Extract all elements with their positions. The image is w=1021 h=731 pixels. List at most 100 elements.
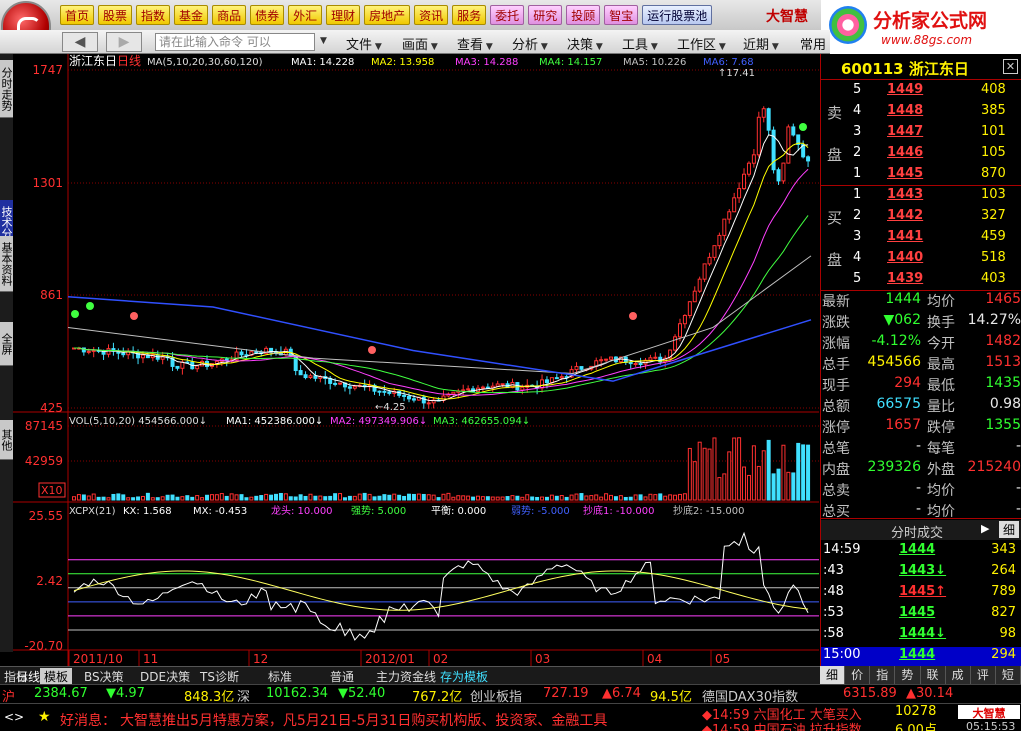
book-row[interactable]: 4 1440 518 [821,250,1021,271]
indicator-tab-1[interactable]: 模板 [40,668,73,684]
quote-tab-6[interactable]: 评 [971,666,996,684]
back-arrow-icon[interactable]: ◀ [62,32,98,52]
ind-value-1: MX: -0.453 [193,506,247,517]
pink-button-1[interactable]: 研究 [528,5,563,25]
menu-caret-icon: ▼ [648,42,658,52]
menu-8[interactable]: 常用 [800,34,826,53]
menu-button-6[interactable]: 外汇 [288,5,323,25]
book-row[interactable]: 3 1441 459 [821,229,1021,250]
quote-tab-3[interactable]: 势 [895,666,921,684]
candle-body [239,351,244,356]
tick-price: 1445↑ [899,584,947,599]
volume-bar [633,494,638,501]
menu-button-4[interactable]: 商品 [212,5,247,25]
tab-fundamental[interactable]: 基本资料 [0,236,13,292]
menu-button-8[interactable]: 房地产 [364,5,411,25]
book-row[interactable]: 3 1447 101 [821,124,1021,145]
menu-button-2[interactable]: 指数 [136,5,171,25]
stat-value: -4.12% [871,333,921,349]
menu-button-5[interactable]: 债券 [250,5,285,25]
indicator-tab-0[interactable]: 指标 [0,668,32,684]
price-tick-label: 425 [40,401,63,415]
tab-fullscreen[interactable]: 全屏 [0,322,13,366]
pink-button-0[interactable]: 委托 [490,5,525,25]
volume-bar [766,439,771,501]
menu-button-10[interactable]: 服务 [452,5,487,25]
menu-6[interactable]: 工作区 ▼ [677,34,726,53]
menu-7[interactable]: 近期 ▼ [743,34,779,53]
alert-2-value: 6.00点 [895,723,937,731]
tick-price: 1444 [899,542,936,557]
menu-0[interactable]: 文件 ▼ [346,34,382,53]
ticks-detail-button[interactable]: 细 [999,521,1019,538]
close-icon[interactable]: ✕ [1003,59,1018,74]
book-row[interactable]: 4 1448 385 [821,103,1021,124]
menu-button-1[interactable]: 股票 [98,5,133,25]
quote-tab-1[interactable]: 价 [845,666,871,684]
quote-tab-4[interactable]: 联 [921,666,946,684]
indicator-tab-6[interactable]: 普通 [326,668,358,684]
menu-4[interactable]: 决策 ▼ [567,34,603,53]
menu-1[interactable]: 画面 ▼ [402,34,438,53]
quote-tab-2[interactable]: 指 [870,666,896,684]
quote-tab-0[interactable]: 细 [820,666,846,684]
menu-button-0[interactable]: 首页 [60,5,95,25]
menu-button-3[interactable]: 基金 [174,5,209,25]
menu-2[interactable]: 查看 ▼ [457,34,493,53]
date-tick-label: 04 [647,652,662,666]
volume-bar [259,495,264,501]
menu-button-9[interactable]: 资讯 [414,5,449,25]
forward-arrow-icon[interactable]: ▶ [106,32,142,52]
stat-value-2: 215240 [967,459,1021,475]
stat-key-2: 换手 [927,315,955,331]
menu-5[interactable]: 工具 ▼ [622,34,658,53]
alert-2[interactable]: ◆14:59 中国石油 拉升指数 [702,719,862,731]
pink-button-3[interactable]: 智宝 [604,5,639,25]
command-input[interactable]: 请在此输入命令 可以 [155,33,315,51]
book-volume: 385 [981,103,1006,118]
quote-tab-7[interactable]: 短 [996,666,1021,684]
book-row[interactable]: 2 1446 105 [821,145,1021,166]
indicator-tab-4[interactable]: TS诊断 [196,668,243,684]
candle-body [756,116,761,156]
candle-body [781,162,786,182]
stock-pool-button[interactable]: 运行股票池 [642,5,713,25]
tab-intraday[interactable]: 分时走势 [0,60,13,118]
indicator-tab-2[interactable]: BS决策 [80,668,128,684]
volume-bar [510,495,515,501]
menu-3[interactable]: 分析 ▼ [512,34,548,53]
volume-bar [515,495,520,501]
kline-chart-area[interactable]: 1747 1301 861 425 浙江东日 日线 MA(5,10,20,30,60,120… [13,54,819,666]
menu-button-7[interactable]: 理财 [326,5,361,25]
indicator-tab-5[interactable]: 标准 [264,668,296,684]
stat-value-2: - [1015,501,1021,517]
indicator-tab-8[interactable]: 存为模板 [436,668,492,684]
book-row[interactable]: 1 1445 870 [821,166,1021,187]
volume-bar [131,497,136,501]
news-text[interactable]: 大智慧推出5月特惠方案，凡5月21日-5月31日购买机构版、投资家、金融工具 [120,710,690,730]
volume-bar [407,493,412,501]
indicator-tab-3[interactable]: DDE决策 [136,668,194,684]
tab-other[interactable]: 其他 [0,420,13,460]
tick-time: 14:59 [823,542,861,557]
pink-button-2[interactable]: 投顾 [566,5,601,25]
ticks-play-icon[interactable]: ▶ [981,522,989,535]
book-row[interactable]: 5 1439 403 [821,271,1021,292]
news-scroll-icon[interactable]: <> [4,710,24,724]
command-dropdown-icon[interactable]: ▼ [320,36,327,46]
stat-value-2: 0.98 [989,396,1021,412]
candle-body [574,366,579,371]
volume-bar [613,496,618,501]
candle-body [653,356,658,359]
volume-bar [648,493,653,501]
stat-value-2: 14.27% [967,312,1021,328]
tick-volume: 264 [991,563,1016,578]
ma-value-5: MA6: 7.68 [703,57,754,68]
volume-bar [150,497,155,501]
book-row[interactable]: 2 1442 327 [821,208,1021,229]
quote-tab-5[interactable]: 成 [946,666,971,684]
indicator-tab-7[interactable]: 主力资金线 [372,668,440,684]
book-row[interactable]: 5 1449 408 [821,82,1021,103]
book-row[interactable]: 1 1443 103 [821,187,1021,208]
volume-bar [505,496,510,501]
